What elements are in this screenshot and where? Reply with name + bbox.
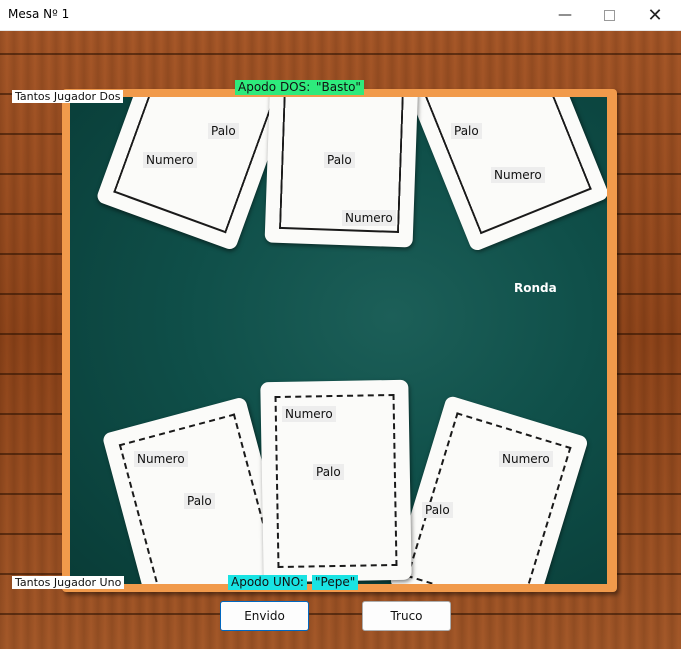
round-label: Ronda bbox=[514, 281, 557, 295]
player-one-nickname-label: Apodo UNO: bbox=[228, 575, 307, 590]
opponent-card-3-palo: Palo bbox=[451, 123, 482, 139]
close-icon[interactable]: ✕ bbox=[632, 0, 678, 30]
felt: Palo Numero Palo Numero Palo Numero Rond… bbox=[70, 97, 607, 584]
card-frame bbox=[113, 97, 285, 234]
player-one-score-label: Tantos Jugador Uno bbox=[12, 576, 125, 589]
opponent-card-1-palo: Palo bbox=[208, 123, 239, 139]
player-card-1-palo: Palo bbox=[184, 493, 215, 509]
envido-button[interactable]: Envido bbox=[220, 601, 309, 631]
title-bar: Mesa Nº 1 — ✕ bbox=[0, 0, 681, 31]
player-card-3-numero: Numero bbox=[499, 451, 553, 467]
player-two-nickname-label: Apodo DOS: bbox=[235, 80, 314, 95]
player-card-1-numero: Numero bbox=[134, 451, 188, 467]
player-two-nickname-value: "Basto" bbox=[313, 80, 364, 95]
player-card-3-palo: Palo bbox=[422, 502, 453, 518]
player-card-2-numero: Numero bbox=[282, 406, 336, 422]
card-frame bbox=[416, 97, 592, 235]
maximize-icon[interactable] bbox=[586, 0, 632, 30]
opponent-card-1-numero: Numero bbox=[143, 152, 197, 168]
player-one-nickname-value: "Pepe" bbox=[312, 575, 359, 590]
window-title: Mesa Nº 1 bbox=[8, 7, 70, 21]
opponent-card-2-palo: Palo bbox=[324, 152, 355, 168]
player-two-score-label: Tantos Jugador Dos bbox=[12, 90, 124, 103]
card-frame bbox=[406, 412, 572, 584]
opponent-card-3-numero: Numero bbox=[491, 167, 545, 183]
game-area: Palo Numero Palo Numero Palo Numero Rond… bbox=[0, 31, 681, 649]
card-table: Palo Numero Palo Numero Palo Numero Rond… bbox=[62, 89, 617, 592]
minimize-icon[interactable]: — bbox=[542, 0, 588, 30]
player-card-3[interactable] bbox=[388, 394, 590, 584]
truco-button[interactable]: Truco bbox=[362, 601, 451, 631]
opponent-card-2-numero: Numero bbox=[342, 210, 396, 226]
player-card-2-palo: Palo bbox=[313, 464, 344, 480]
